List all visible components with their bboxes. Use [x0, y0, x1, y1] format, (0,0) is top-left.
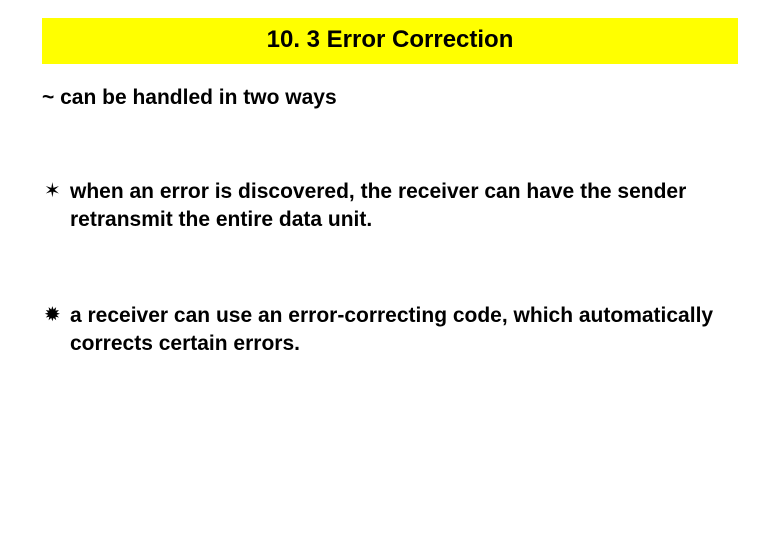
subtitle: ~ can be handled in two ways — [42, 86, 738, 110]
item-text: when an error is discovered, the receive… — [70, 178, 738, 234]
slide: 10. 3 Error Correction ~ can be handled … — [0, 0, 780, 540]
item-text: a receiver can use an error-correcting c… — [70, 302, 738, 358]
bullet-icon: ✹ — [42, 302, 70, 328]
bullet-icon: ✶ — [42, 178, 70, 204]
title-text: 10. 3 Error Correction — [267, 26, 514, 53]
list-item: ✹ a receiver can use an error-correcting… — [42, 302, 738, 358]
title-bar: 10. 3 Error Correction — [42, 18, 738, 64]
list-item: ✶ when an error is discovered, the recei… — [42, 178, 738, 234]
